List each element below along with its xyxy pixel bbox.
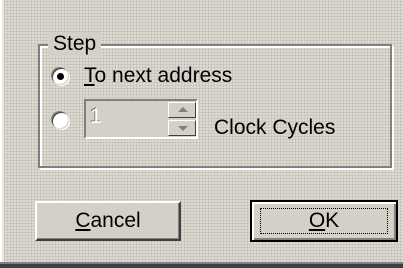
accelerator-key: T — [84, 64, 95, 87]
dialog-frame-bottom-edge — [0, 264, 403, 268]
label-clock-cycles: Clock Cycles — [214, 116, 336, 139]
focus-rectangle — [260, 208, 388, 234]
accelerator-key: C — [75, 209, 91, 232]
label-to-next-address[interactable]: To next address — [84, 64, 232, 88]
step-group-title: Step — [48, 32, 102, 56]
spin-down-button[interactable] — [168, 120, 196, 136]
button-label: ancel — [90, 209, 141, 232]
dialog-frame-left-edge — [0, 0, 2, 268]
radio-clock-cycles[interactable] — [52, 112, 69, 129]
cancel-button[interactable]: Cancel — [35, 201, 181, 241]
radio-selected-dot — [57, 73, 64, 80]
arrow-up-icon — [178, 107, 188, 112]
ok-button[interactable]: OK — [250, 200, 398, 242]
arrow-down-icon — [178, 126, 188, 131]
spin-up-button[interactable] — [168, 102, 196, 118]
label-text: o next address — [94, 64, 233, 87]
radio-to-next-address[interactable] — [52, 68, 69, 85]
clock-cycles-value: 1 — [90, 105, 102, 128]
